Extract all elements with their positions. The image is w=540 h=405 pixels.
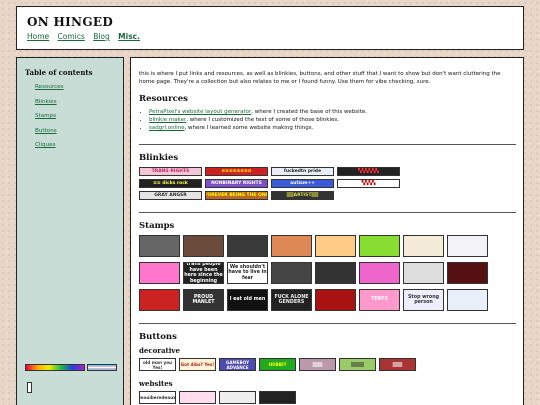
decorative-button: ▒▒▒ xyxy=(379,358,416,371)
stamp-image xyxy=(447,235,488,257)
divider xyxy=(139,144,516,145)
site-header: ON HINGED Home Comics Blog Misc. xyxy=(16,6,524,50)
stamp-image xyxy=(315,289,356,311)
list-item: blinkie maker, where I customized the te… xyxy=(149,116,516,124)
stamp-image xyxy=(139,289,180,311)
stamp-image xyxy=(139,262,180,284)
blinkie-image: ▚▚▚▚▚▚ xyxy=(337,167,400,176)
stamp-image: FUCK ALONE GENDERS xyxy=(271,289,312,311)
toc-cliques[interactable]: Cliques xyxy=(35,142,115,148)
resources-heading: Resources xyxy=(139,94,188,104)
toc-blinkies[interactable]: Blinkies xyxy=(35,99,115,105)
nav-blog[interactable]: Blog xyxy=(93,32,110,41)
stamp-image xyxy=(315,262,356,284)
website-buttons: mouiberedeaux xyxy=(139,391,516,404)
stamp-image xyxy=(227,235,268,257)
divider xyxy=(139,323,516,324)
blinkie-image: fuckedtn pride xyxy=(271,167,334,176)
stamp-image: TERFS xyxy=(359,289,400,311)
toc-list: Resources Blinkies Stamps Buttons Clique… xyxy=(25,84,115,148)
stamp-image xyxy=(271,262,312,284)
website-button: mouiberedeaux xyxy=(139,391,176,404)
stamp-image xyxy=(359,262,400,284)
sidebar-badges xyxy=(25,364,117,371)
blinkie-image: ▚▚▚▚ xyxy=(337,179,400,188)
stamp-image: Stop wrong person xyxy=(403,289,444,311)
stamp-image: I eat old men xyxy=(227,289,268,311)
resources-list: PetraPixel's website layout generator, w… xyxy=(149,108,516,132)
website-button xyxy=(219,391,256,404)
blinkies-grid: TRANS RIGHTS ≡≡≡≡≡≡≡≡ fuckedtn pride ▚▚▚▚▚▚… xyxy=(139,167,439,200)
stamp-image xyxy=(403,235,444,257)
nav-home[interactable]: Home xyxy=(27,32,49,41)
resource-link[interactable]: sadgrl.online xyxy=(149,125,185,131)
decorative-button: old man you Yes! xyxy=(139,358,176,371)
decorative-heading: decorative xyxy=(139,346,180,355)
list-item: sadgrl.online, where I learned some webs… xyxy=(149,124,516,132)
rainbow-badge xyxy=(25,364,85,371)
main-nav: Home Comics Blog Misc. xyxy=(27,32,513,41)
buttons-heading: Buttons xyxy=(139,332,177,342)
stamp-image xyxy=(139,235,180,257)
stamp-image: trans people have been here since the be… xyxy=(183,262,224,284)
blinkie-image: TRANS RIGHTS xyxy=(139,167,202,176)
stamp-image xyxy=(403,262,444,284)
resource-link[interactable]: PetraPixel's website layout generator xyxy=(149,109,251,115)
blinkie-image: ▒▒ARTIST▒▒ xyxy=(271,191,334,200)
decorative-buttons: old man you Yes! Got dibs? Yes! GAMEBOY AD… xyxy=(139,358,516,371)
blinkie-image: NONBINARY RIGHTS xyxy=(205,179,268,188)
stamp-image xyxy=(315,235,356,257)
divider xyxy=(139,212,516,213)
list-item: PetraPixel's website layout generator, w… xyxy=(149,108,516,116)
blinkie-image: GRAY ANGER xyxy=(139,191,202,200)
stamp-image xyxy=(359,235,400,257)
resource-desc: , where I learned some website making th… xyxy=(184,125,314,131)
website-button xyxy=(259,391,296,404)
toc-title: Table of contents xyxy=(25,68,93,77)
blinkie-image: FOREVER BEING THE ONE xyxy=(205,191,268,200)
stamps-grid: trans people have been here since the be… xyxy=(139,235,499,311)
decorative-button: ▒▒▒▒ xyxy=(339,358,376,371)
stamp-image: PROUD MANLET xyxy=(183,289,224,311)
site-title: ON HINGED xyxy=(27,15,114,29)
resource-desc: , where I created the base of this websi… xyxy=(251,109,367,115)
sidebar-marker xyxy=(27,382,32,393)
stamp-image xyxy=(271,235,312,257)
main-content: this is where I put links and resources,… xyxy=(130,57,524,405)
decorative-button: HOBBIT xyxy=(259,358,296,371)
websites-heading: websites xyxy=(139,379,173,388)
resource-desc: , where I customized the text of some of… xyxy=(186,117,339,123)
stamp-image xyxy=(447,262,488,284)
stamp-image xyxy=(447,289,488,311)
blinkie-image: ≡≡ dicks rock xyxy=(139,179,202,188)
stamp-image xyxy=(183,235,224,257)
blinkies-heading: Blinkies xyxy=(139,153,179,163)
nav-comics[interactable]: Comics xyxy=(58,32,85,41)
blinkie-image: ≡≡≡≡≡≡≡≡ xyxy=(205,167,268,176)
stamp-image: We shouldn't have to live in fear xyxy=(227,262,268,284)
nav-misc[interactable]: Misc. xyxy=(118,32,140,41)
flag-badge xyxy=(87,364,117,371)
toc-buttons[interactable]: Buttons xyxy=(35,128,115,134)
sidebar: Table of contents Resources Blinkies Sta… xyxy=(16,57,124,405)
toc-resources[interactable]: Resources xyxy=(35,84,115,90)
decorative-button: Got dibs? Yes! xyxy=(179,358,216,371)
stamps-heading: Stamps xyxy=(139,221,175,231)
website-button xyxy=(179,391,216,404)
resource-link[interactable]: blinkie maker xyxy=(149,117,186,123)
intro-text: this is where I put links and resources,… xyxy=(139,71,501,85)
decorative-button: GAMEBOY ADVANCE xyxy=(219,358,256,371)
decorative-button: ▒▒▒ xyxy=(299,358,336,371)
toc-stamps[interactable]: Stamps xyxy=(35,113,115,119)
blinkie-image: autism++ xyxy=(271,179,334,188)
